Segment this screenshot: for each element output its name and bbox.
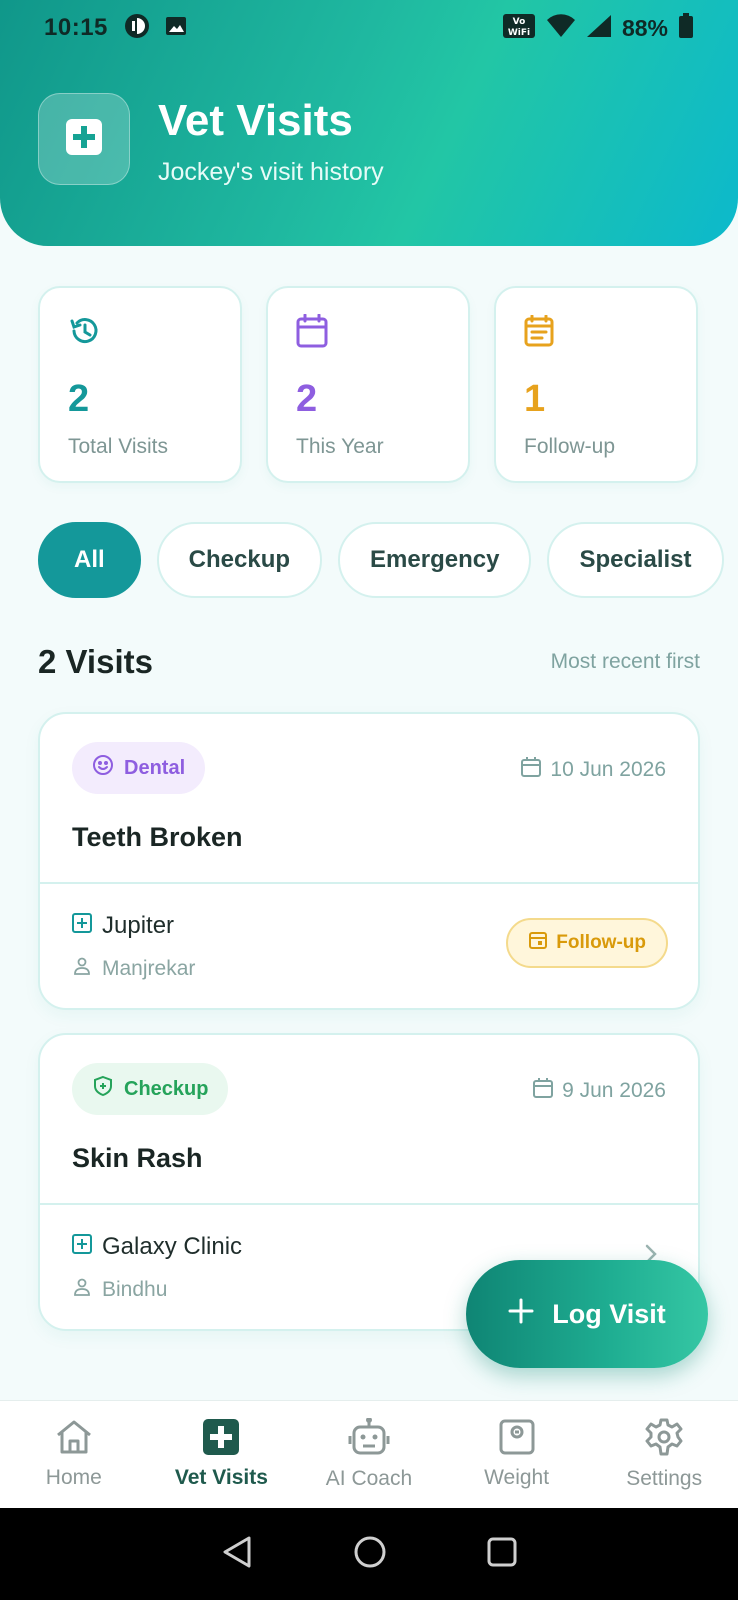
history-icon bbox=[68, 315, 100, 352]
nav-label: Settings bbox=[626, 1467, 703, 1490]
smile-icon bbox=[92, 754, 114, 782]
calendar-icon bbox=[520, 756, 542, 784]
nav-ai-coach[interactable]: AI Coach bbox=[295, 1401, 443, 1508]
stat-total-visits: 2 Total Visits bbox=[38, 286, 242, 483]
visit-clinic-name: Galaxy Clinic bbox=[102, 1233, 243, 1260]
event-icon bbox=[528, 930, 548, 956]
cell-signal-icon bbox=[586, 14, 612, 43]
visit-date: 9 Jun 2026 bbox=[532, 1077, 666, 1105]
calendar-icon bbox=[532, 1077, 554, 1105]
gear-icon bbox=[645, 1418, 683, 1461]
visit-date-text: 10 Jun 2026 bbox=[550, 758, 666, 781]
system-nav-bar bbox=[0, 1508, 738, 1600]
bottom-nav: Home Vet Visits AI Coach Weight Settings bbox=[0, 1400, 738, 1508]
clinic-plus-icon bbox=[72, 1233, 92, 1261]
visit-date: 10 Jun 2026 bbox=[520, 756, 666, 784]
follow-up-badge: Follow-up bbox=[506, 918, 668, 968]
battery-icon bbox=[678, 12, 694, 44]
stat-this-year: 2 This Year bbox=[266, 286, 470, 483]
stat-value: 2 bbox=[68, 378, 90, 420]
filter-chip-checkup[interactable]: Checkup bbox=[156, 522, 323, 598]
visit-type-badge: Checkup bbox=[72, 1063, 229, 1115]
follow-up-label: Follow-up bbox=[556, 932, 646, 953]
log-visit-button[interactable]: Log Visit bbox=[466, 1260, 708, 1368]
visit-vet-name: Manjrekar bbox=[102, 957, 196, 980]
header-logo bbox=[38, 93, 130, 185]
status-time: 10:15 bbox=[44, 14, 108, 41]
visit-title: Skin Rash bbox=[72, 1143, 203, 1173]
shield-plus-icon bbox=[92, 1075, 114, 1103]
nav-home[interactable]: Home bbox=[0, 1401, 148, 1508]
status-bar: 10:15 Vo WiFi 88% bbox=[0, 0, 738, 56]
visit-vet: Bindhu bbox=[72, 1277, 167, 1303]
home-icon bbox=[55, 1419, 93, 1460]
back-icon[interactable] bbox=[221, 1535, 253, 1574]
medical-plus-icon bbox=[203, 1419, 240, 1460]
visit-type-label: Checkup bbox=[124, 1077, 209, 1100]
recents-icon[interactable] bbox=[487, 1537, 517, 1572]
nav-label: Weight bbox=[484, 1466, 550, 1489]
visit-card[interactable]: Dental 10 Jun 2026 Teeth Broken Jupiter … bbox=[38, 712, 700, 1010]
clinic-plus-icon bbox=[72, 912, 92, 940]
filter-chip-specialist[interactable]: Specialist bbox=[547, 522, 724, 598]
scale-icon bbox=[499, 1419, 535, 1460]
stat-label: Total Visits bbox=[68, 435, 168, 458]
sort-label[interactable]: Most recent first bbox=[551, 650, 700, 674]
calendar-icon bbox=[296, 313, 328, 353]
visits-count-title: 2 Visits bbox=[38, 643, 153, 680]
image-notification-icon bbox=[164, 14, 188, 43]
page-subtitle: Jockey's visit history bbox=[158, 158, 384, 186]
vowifi-icon: Vo WiFi bbox=[502, 13, 536, 44]
nav-label: Home bbox=[45, 1466, 102, 1489]
nav-label: Vet Visits bbox=[174, 1466, 268, 1489]
visit-type-label: Dental bbox=[124, 756, 186, 779]
filter-chips: All Checkup Emergency Specialist bbox=[38, 522, 724, 598]
wifi-icon bbox=[546, 13, 576, 43]
filter-chip-all[interactable]: All bbox=[38, 522, 141, 598]
page-title: Vet Visits bbox=[158, 96, 353, 145]
visit-clinic: Jupiter bbox=[72, 912, 174, 940]
app-notification-icon bbox=[124, 13, 150, 44]
svg-text:WiFi: WiFi bbox=[508, 28, 530, 38]
visit-title: Teeth Broken bbox=[72, 822, 243, 852]
filter-chip-emergency[interactable]: Emergency bbox=[338, 522, 532, 598]
home-circle-icon[interactable] bbox=[353, 1535, 387, 1574]
stats-row: 2 Total Visits 2 This Year 1 Follow-up bbox=[38, 286, 700, 483]
log-visit-label: Log Visit bbox=[552, 1298, 666, 1329]
stat-value: 1 bbox=[524, 378, 546, 420]
app-header: 10:15 Vo WiFi 88% Vet Visits Jockey's vi… bbox=[0, 0, 738, 246]
nav-vet-visits[interactable]: Vet Visits bbox=[148, 1401, 296, 1508]
stat-follow-up: 1 Follow-up bbox=[494, 286, 698, 483]
nav-weight[interactable]: Weight bbox=[443, 1401, 591, 1508]
stat-label: This Year bbox=[296, 435, 384, 458]
visit-clinic: Galaxy Clinic bbox=[72, 1233, 242, 1261]
svg-text:Vo: Vo bbox=[513, 17, 526, 27]
person-icon bbox=[72, 1277, 92, 1303]
stat-value: 2 bbox=[296, 378, 318, 420]
stat-label: Follow-up bbox=[524, 435, 616, 458]
visit-date-text: 9 Jun 2026 bbox=[562, 1079, 666, 1102]
battery-percent: 88% bbox=[621, 14, 668, 41]
person-icon bbox=[72, 956, 92, 982]
robot-icon bbox=[348, 1417, 390, 1461]
visit-clinic-name: Jupiter bbox=[102, 912, 175, 939]
plus-icon bbox=[508, 1298, 534, 1331]
medical-plus-icon bbox=[66, 118, 102, 160]
visit-type-badge: Dental bbox=[72, 742, 206, 794]
event-note-icon bbox=[524, 314, 554, 352]
nav-settings[interactable]: Settings bbox=[590, 1401, 738, 1508]
nav-label: AI Coach bbox=[325, 1467, 413, 1490]
visit-vet-name: Bindhu bbox=[102, 1278, 168, 1301]
visit-vet: Manjrekar bbox=[72, 956, 195, 982]
